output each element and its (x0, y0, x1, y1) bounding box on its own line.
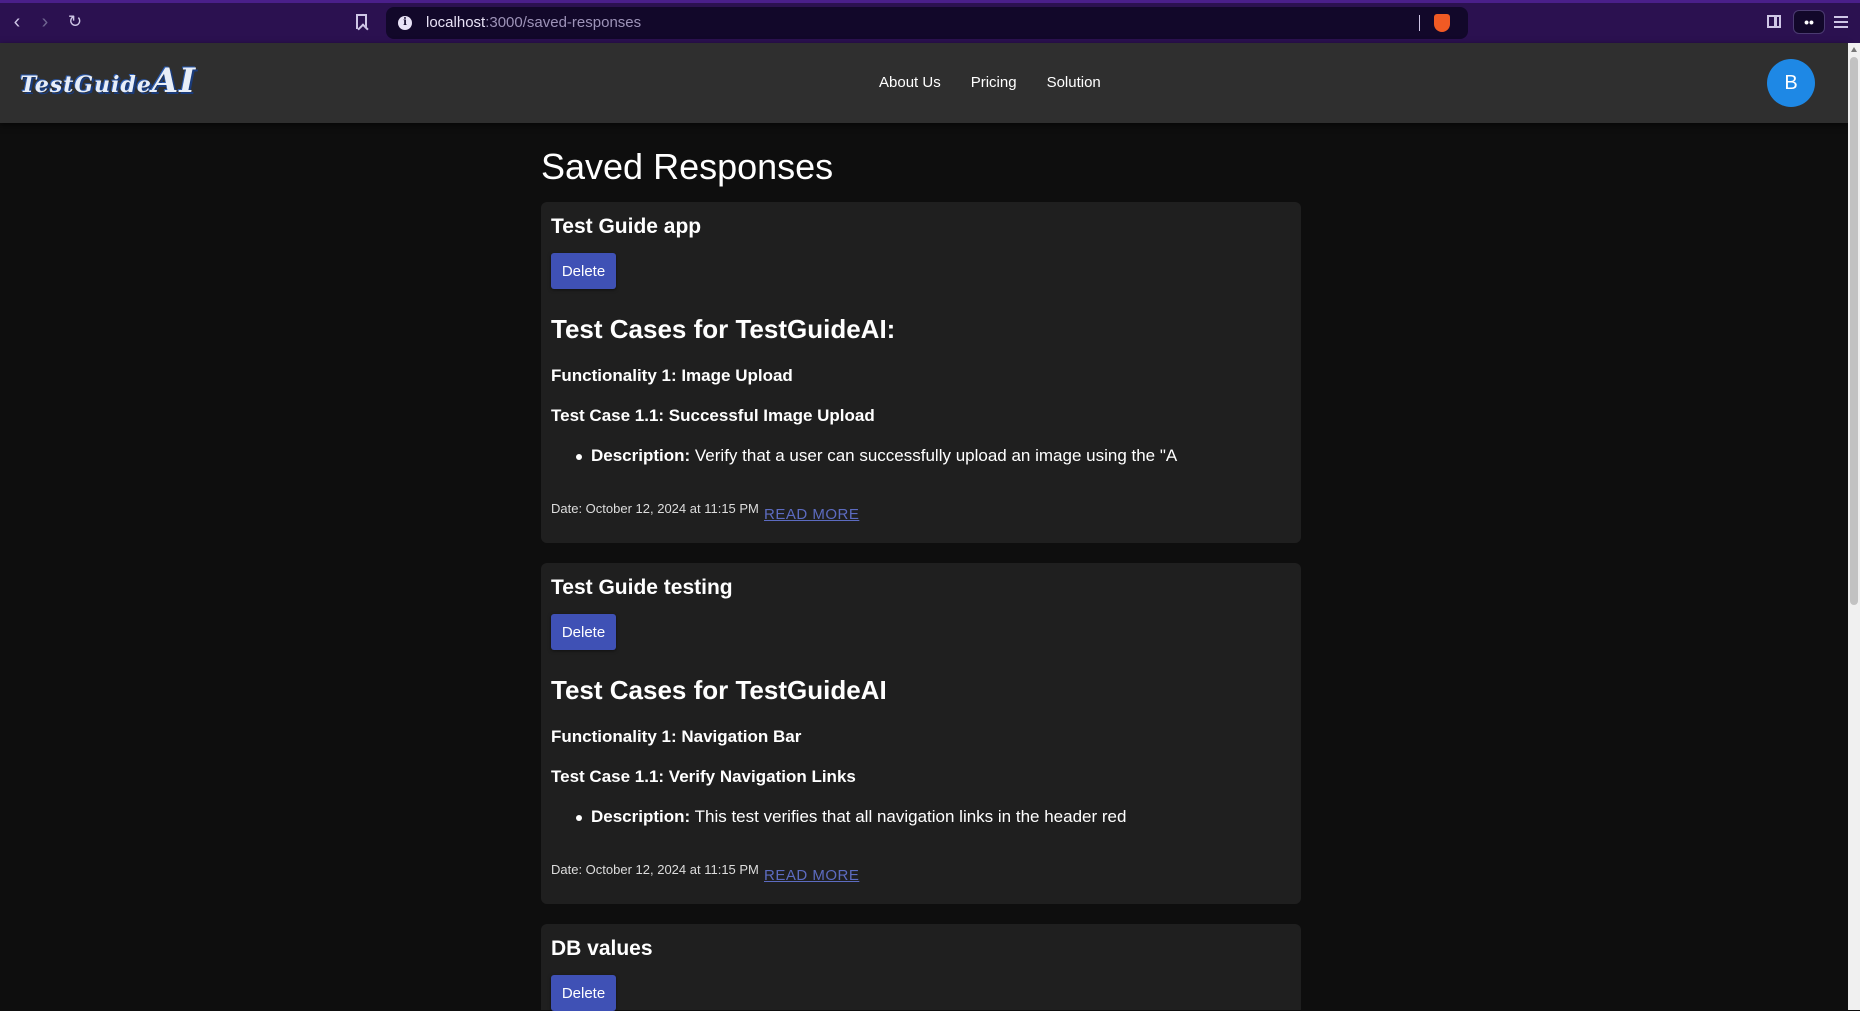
response-card: DB values Delete (541, 924, 1301, 1011)
response-date: Date: October 12, 2024 at 11:15 PM (551, 501, 759, 516)
nav-about-us[interactable]: About Us (879, 74, 941, 91)
test-case-heading: Test Case 1.1: Successful Image Upload (551, 406, 875, 425)
back-icon[interactable]: ‹ (6, 11, 28, 33)
read-more-link[interactable]: READ MORE (764, 506, 859, 523)
sidebar-toggle-icon[interactable] (1767, 15, 1781, 28)
response-title: Test Guide app (551, 215, 702, 238)
main-nav: About Us Pricing Solution (879, 74, 1131, 92)
logo[interactable]: TestGuideAI (20, 61, 196, 101)
address-bar[interactable]: i localhost:3000/saved-responses (386, 7, 1468, 39)
scrollbar-thumb[interactable] (1850, 57, 1858, 605)
delete-button[interactable]: Delete (551, 975, 616, 1011)
delete-button[interactable]: Delete (551, 253, 616, 289)
bookmark-icon[interactable] (356, 14, 367, 29)
functionality-heading: Functionality 1: Image Upload (551, 366, 793, 385)
scroll-up-icon[interactable] (1851, 47, 1857, 52)
wallet-button[interactable]: •• (1793, 10, 1825, 34)
url-divider (1419, 15, 1420, 31)
response-heading: Test Cases for TestGuideAI: (551, 314, 896, 344)
site-info-icon[interactable]: i (398, 16, 412, 30)
functionality-heading: Functionality 1: Navigation Bar (551, 727, 802, 746)
menu-icon[interactable] (1834, 16, 1848, 28)
description-item: Description: This test verifies that all… (575, 807, 1127, 826)
reload-icon[interactable]: ↻ (64, 11, 86, 33)
url-text[interactable]: localhost:3000/saved-responses (426, 14, 641, 31)
brave-shield-icon[interactable] (1434, 14, 1450, 32)
page-title: Saved Responses (541, 146, 834, 187)
test-case-heading: Test Case 1.1: Verify Navigation Links (551, 767, 856, 786)
delete-button[interactable]: Delete (551, 614, 616, 650)
response-title: DB values (551, 937, 653, 960)
nav-pricing[interactable]: Pricing (971, 74, 1017, 91)
response-title: Test Guide testing (551, 576, 733, 599)
nav-solution[interactable]: Solution (1047, 74, 1101, 91)
response-heading: Test Cases for TestGuideAI (551, 675, 887, 705)
response-date: Date: October 12, 2024 at 11:15 PM (551, 862, 759, 877)
response-card: Test Guide app Delete Test Cases for Tes… (541, 202, 1301, 543)
user-avatar[interactable]: B (1767, 59, 1815, 107)
app-header: TestGuideAI About Us Pricing Solution B (0, 43, 1848, 123)
browser-toolbar: ‹ › ↻ i localhost:3000/saved-responses •… (0, 0, 1860, 43)
response-card: Test Guide testing Delete Test Cases for… (541, 563, 1301, 904)
read-more-link[interactable]: READ MORE (764, 867, 859, 884)
description-item: Description: Verify that a user can succ… (575, 446, 1178, 465)
forward-icon[interactable]: › (34, 11, 56, 33)
page-scrollbar[interactable] (1848, 43, 1860, 1010)
